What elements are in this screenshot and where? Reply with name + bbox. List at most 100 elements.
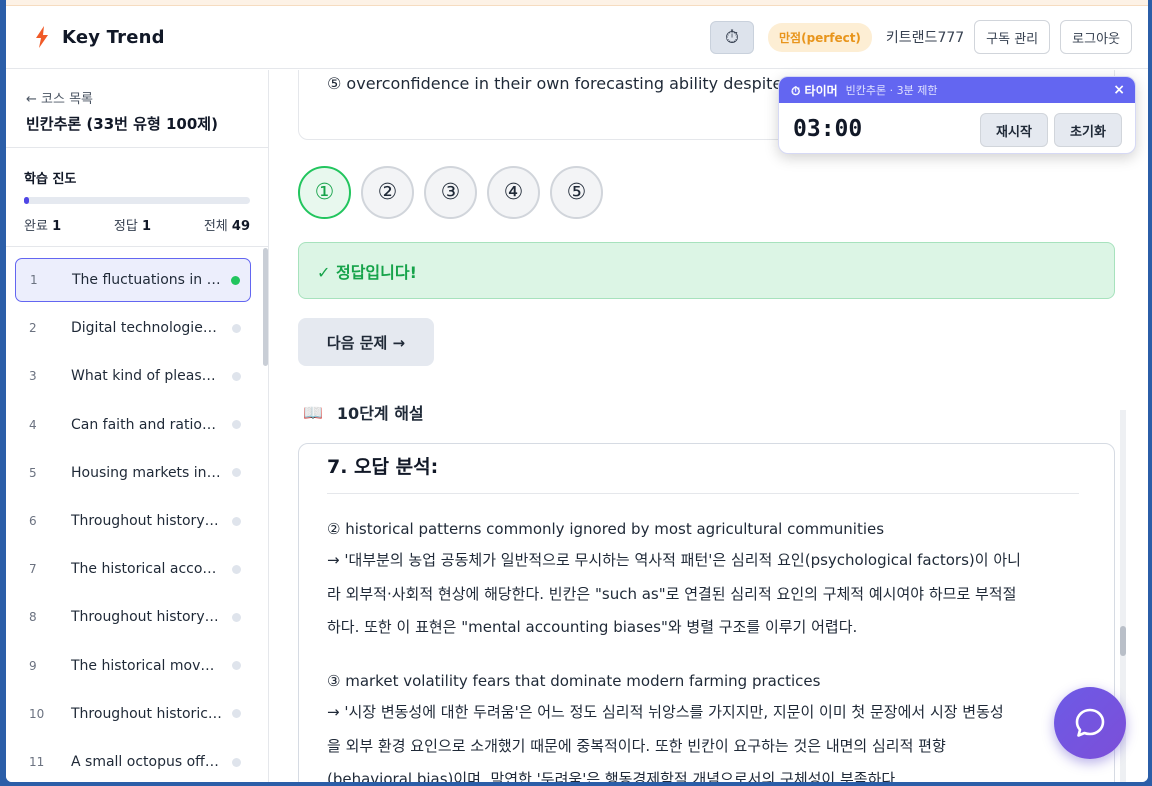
progress-bar xyxy=(24,197,250,204)
subscription-button[interactable]: 구독 관리 xyxy=(974,20,1051,54)
item-title: The historical movement of xyxy=(71,657,232,674)
explanation-title: 10단계 해설 xyxy=(336,404,424,423)
timer-body: 03:00 재시작 초기화 xyxy=(779,103,1135,153)
status-dot xyxy=(232,468,241,478)
analysis-option-label: ② historical patterns commonly ignored b… xyxy=(327,520,885,538)
stat-correct: 정답 1 xyxy=(113,219,152,234)
analysis-line: (behavioral bias)이며, 막연한 '두려움'은 행동경제학적 개… xyxy=(327,770,900,782)
next-question-button[interactable]: 다음 문제 → xyxy=(298,318,434,366)
progress-title: 학습 진도 xyxy=(24,172,77,187)
option-5-text: ⑤ overconfidence in their own forecastin… xyxy=(327,74,783,93)
status-dot xyxy=(232,323,241,333)
analysis-option-2: ② historical patterns commonly ignored b… xyxy=(327,514,1083,645)
item-number: 9 xyxy=(29,658,37,673)
header-actions: ⏱ 만점(perfect) 키트랜드777 구독 관리 로그아웃 xyxy=(710,20,1132,54)
question-main: ⑤ overconfidence in their own forecastin… xyxy=(269,70,1148,782)
analysis-line: 라 외부적·사회적 현상에 해당한다. 빈칸은 "such as"로 연결된 심… xyxy=(327,584,1017,603)
bolt-icon xyxy=(36,26,48,48)
item-title: Throughout history, societies have xyxy=(71,513,232,529)
option-button-4[interactable]: ④ xyxy=(487,166,540,219)
timer-reset-button[interactable]: 초기화 xyxy=(1054,113,1122,147)
status-dot xyxy=(231,275,240,285)
app-header: Key Trend ⏱ 만점(perfect) 키트랜드777 구독 관리 로그… xyxy=(6,6,1148,69)
sidebar-item-11[interactable]: 11 A small octopus offers xyxy=(15,740,251,782)
status-dot xyxy=(232,612,241,622)
sidebar-item-7[interactable]: 7 The historical accounts of xyxy=(15,547,251,591)
logout-button[interactable]: 로그아웃 xyxy=(1060,20,1132,54)
course-header: ← 코스 목록 빈칸추론 (33번 유형 100제) xyxy=(6,70,268,148)
option-button-2[interactable]: ② xyxy=(361,166,414,219)
stopwatch-icon: ⏱ xyxy=(724,26,740,48)
main-scrollbar-thumb[interactable] xyxy=(1120,626,1126,656)
book-icon: 📖 xyxy=(303,402,323,422)
sidebar-item-1[interactable]: 1 The fluctuations in agricultural commod… xyxy=(15,258,251,302)
item-title: Throughout history, humans have xyxy=(71,609,232,626)
timer-toggle-button[interactable]: ⏱ xyxy=(710,20,755,54)
close-icon[interactable]: × xyxy=(1113,82,1125,98)
option-button-3[interactable]: ③ xyxy=(424,166,477,219)
item-title: Housing markets in urban areas xyxy=(71,464,232,481)
analysis-option-label: ③ market volatility fears that dominate … xyxy=(327,672,821,690)
progress-stats: 완료 1 정답 1 전체 49 xyxy=(24,215,250,234)
status-dot xyxy=(232,709,241,719)
divider xyxy=(327,493,1079,494)
item-title: Can faith and rationality coexist xyxy=(71,416,232,433)
chat-button[interactable] xyxy=(1054,687,1126,759)
item-number: 8 xyxy=(29,610,37,625)
item-number: 5 xyxy=(29,465,37,480)
stat-done: 완료 1 xyxy=(24,219,62,234)
item-number: 6 xyxy=(29,514,37,528)
status-dot xyxy=(232,564,241,574)
status-dot xyxy=(232,516,241,526)
analysis-line: 하다. 또한 이 표현은 "mental accounting biases"와… xyxy=(327,618,858,636)
timer-popup: ⏱ 타이머 빈칸추론 · 3분 제한 × 03:00 재시작 초기화 xyxy=(778,76,1136,154)
back-to-courses-link[interactable]: ← 코스 목록 xyxy=(26,88,268,107)
status-dot xyxy=(232,371,241,381)
option-button-1[interactable]: ① xyxy=(298,166,351,219)
answer-options: ① ② ③ ④ ⑤ xyxy=(298,166,603,219)
analysis-option-3: ③ market volatility fears that dominate … xyxy=(327,666,1083,782)
brand-logo[interactable]: Key Trend xyxy=(34,26,165,48)
sidebar-item-5[interactable]: 5 Housing markets in urban areas xyxy=(15,451,251,495)
sidebar-item-10[interactable]: 10 Throughout historical periods xyxy=(15,692,251,736)
item-number: 11 xyxy=(29,755,45,769)
step-title: 7. 오답 분석: xyxy=(327,456,439,478)
explanation-card: 7. 오답 분석: ② historical patterns commonly… xyxy=(298,443,1115,782)
chat-bubble-icon xyxy=(1075,708,1105,737)
sidebar-scrollbar[interactable] xyxy=(263,248,268,366)
timer-restart-button[interactable]: 재시작 xyxy=(980,113,1048,147)
item-number: 10 xyxy=(29,706,45,721)
sidebar-item-2[interactable]: 2 Digital technologies have transformed xyxy=(15,306,251,350)
explanation-header: 📖 10단계 해설 xyxy=(303,400,424,424)
analysis-line: → '시장 변동성에 대한 두려움'은 어느 정도 심리적 뉘앙스를 가지지만,… xyxy=(327,703,1004,721)
item-title: A small octopus offers xyxy=(71,754,227,770)
item-number: 3 xyxy=(29,369,37,384)
sidebar-item-8[interactable]: 8 Throughout history, humans have xyxy=(15,595,251,639)
timer-display: 03:00 xyxy=(793,116,863,142)
sidebar-item-6[interactable]: 6 Throughout history, societies have xyxy=(15,499,251,543)
username: 키트랜드777 xyxy=(885,30,965,46)
item-number: 7 xyxy=(29,562,37,577)
progress-bar-fill xyxy=(24,197,29,204)
timer-subtitle: 빈칸추론 · 3분 제한 xyxy=(845,84,938,97)
question-list: 1 The fluctuations in agricultural commod… xyxy=(6,248,262,782)
status-dot xyxy=(232,420,241,430)
course-title: 빈칸추론 (33번 유형 100제) xyxy=(26,115,218,133)
sidebar-item-3[interactable]: 3 What kind of pleasure do we get xyxy=(15,354,251,398)
item-title: What kind of pleasure do we get xyxy=(71,368,232,385)
sidebar-item-4[interactable]: 4 Can faith and rationality coexist xyxy=(15,403,251,447)
analysis-line: 을 외부 환경 요인으로 소개했기 때문에 중복적이다. 또한 빈칸이 요구하는… xyxy=(327,736,946,755)
item-title: Digital technologies have transformed xyxy=(71,320,232,337)
brand-name: Key Trend xyxy=(62,26,165,48)
item-title: The fluctuations in agricultural commodi… xyxy=(72,272,231,288)
item-title: The historical accounts of xyxy=(71,561,232,578)
status-dot xyxy=(232,757,241,767)
analysis-line: → '대부분의 농업 공동체가 일반적으로 무시하는 역사적 패턴'은 심리적 … xyxy=(327,551,1021,569)
sidebar-item-9[interactable]: 9 The historical movement of xyxy=(15,644,251,688)
item-number: 1 xyxy=(30,273,38,287)
correct-feedback: ✓ 정답입니다! xyxy=(298,242,1115,299)
course-sidebar: ← 코스 목록 빈칸추론 (33번 유형 100제) 학습 진도 완료 1 정답… xyxy=(6,70,269,782)
item-number: 4 xyxy=(29,417,37,432)
timer-popup-header: ⏱ 타이머 빈칸추론 · 3분 제한 × xyxy=(779,77,1135,103)
option-button-5[interactable]: ⑤ xyxy=(550,166,603,219)
